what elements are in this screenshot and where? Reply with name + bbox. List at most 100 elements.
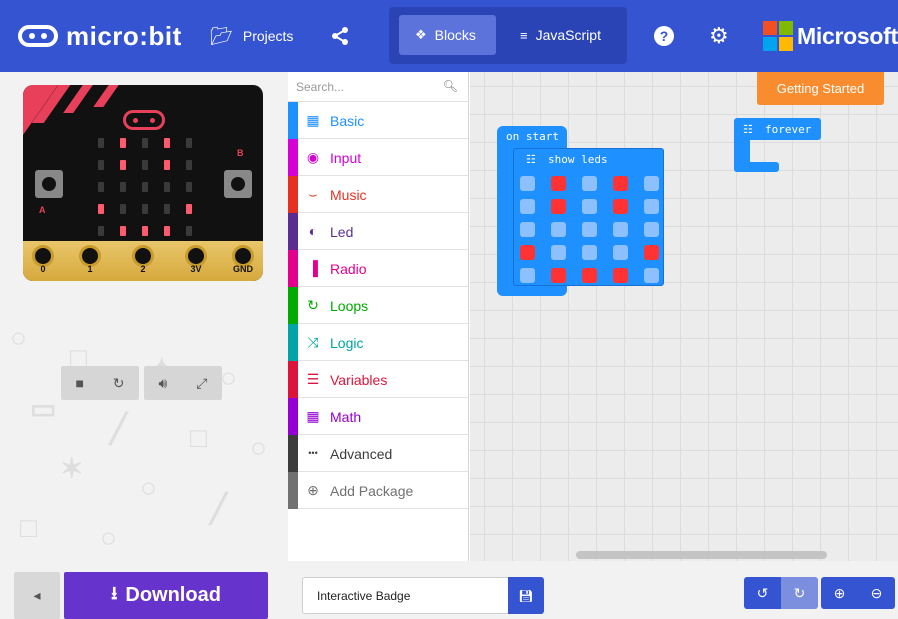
led-cell-off[interactable] bbox=[582, 245, 597, 260]
redo-icon: ↻ bbox=[793, 584, 806, 601]
category-label: Variables bbox=[330, 372, 388, 388]
sim-controls-run: ■ ↻ bbox=[61, 366, 139, 400]
led-cell-off[interactable] bbox=[582, 176, 597, 191]
pin-label: 1 bbox=[87, 264, 93, 274]
led-cell-off[interactable] bbox=[644, 199, 659, 214]
help-icon: ? bbox=[654, 26, 674, 46]
undo-button[interactable]: ↺ bbox=[744, 577, 781, 609]
refresh-icon: ↻ bbox=[307, 297, 319, 313]
editor-toggle: ❖ Blocks ≡ JavaScript bbox=[389, 7, 627, 64]
category-loops[interactable]: ↻ Loops bbox=[288, 287, 468, 324]
settings-button[interactable]: ⚙ bbox=[709, 22, 729, 50]
save-icon: 💾︎ bbox=[518, 588, 534, 603]
bg-pattern: ○ bbox=[100, 522, 117, 553]
led-cell-on[interactable] bbox=[613, 199, 628, 214]
led-off bbox=[142, 182, 148, 192]
tab-javascript[interactable]: ≡ JavaScript bbox=[502, 15, 622, 55]
led-cell-on[interactable] bbox=[551, 176, 566, 191]
fullscreen-icon[interactable]: ⤢ bbox=[196, 375, 207, 392]
show-leds-block[interactable] bbox=[513, 148, 664, 286]
target-icon: ◉ bbox=[306, 149, 320, 165]
board-decoration bbox=[63, 85, 93, 113]
led-cell-off[interactable] bbox=[613, 245, 628, 260]
led-cell-off[interactable] bbox=[520, 199, 535, 214]
bg-pattern: ○ bbox=[220, 362, 237, 393]
button-a[interactable] bbox=[35, 170, 63, 198]
zoom-out-button[interactable]: ⊖ bbox=[858, 577, 895, 609]
category-advanced[interactable]: ••• Advanced bbox=[288, 435, 468, 472]
category-music[interactable]: ⌣ Music bbox=[288, 176, 468, 213]
led-cell-off[interactable] bbox=[582, 222, 597, 237]
share-button[interactable] bbox=[330, 22, 350, 50]
toggle-simulator-button[interactable]: ◂ bbox=[14, 572, 60, 619]
zoom-in-button[interactable]: ⊕ bbox=[821, 577, 858, 609]
share-icon bbox=[332, 27, 348, 45]
category-label: Advanced bbox=[330, 446, 393, 462]
category-basic[interactable]: ▦ Basic bbox=[288, 102, 468, 139]
getting-started-button[interactable]: Getting Started bbox=[757, 72, 884, 105]
button-b-label: B bbox=[237, 148, 244, 158]
undo-icon: ↺ bbox=[756, 584, 769, 601]
category-add-package[interactable]: ⊕ Add Package bbox=[288, 472, 468, 509]
redo-button[interactable]: ↻ bbox=[781, 577, 818, 609]
horizontal-scrollbar[interactable] bbox=[576, 551, 827, 559]
led-cell-off[interactable] bbox=[551, 222, 566, 237]
led-cell-off[interactable] bbox=[520, 222, 535, 237]
led-cell-on[interactable] bbox=[644, 245, 659, 260]
download-icon: ⭳ bbox=[111, 582, 118, 603]
show-leds-label: show leds bbox=[548, 153, 608, 166]
blocks-workspace[interactable]: Getting Started on start ☷ show leds ☷ f… bbox=[470, 72, 898, 561]
led-cell-off[interactable] bbox=[520, 268, 535, 283]
projects-button[interactable]: 📂︎ Projects bbox=[210, 22, 293, 50]
category-label: Loops bbox=[330, 298, 369, 314]
led-cell-off[interactable] bbox=[520, 176, 535, 191]
led-cell-off[interactable] bbox=[644, 176, 659, 191]
microbit-board[interactable]: A B 0 1 2 3V GND bbox=[23, 85, 263, 281]
category-math[interactable]: ▦ Math bbox=[288, 398, 468, 435]
search-icon[interactable]: 🔍︎ bbox=[443, 79, 458, 93]
tab-blocks-label: Blocks bbox=[434, 27, 476, 43]
restart-icon[interactable]: ↻ bbox=[113, 375, 125, 392]
led-cell-on[interactable] bbox=[582, 268, 597, 283]
category-radio[interactable]: ▐ Radio bbox=[288, 250, 468, 287]
download-button[interactable]: ⭳ Download bbox=[64, 572, 268, 619]
led-on bbox=[186, 204, 192, 214]
category-label: Basic bbox=[330, 113, 365, 129]
mute-icon[interactable]: 🔊︎ bbox=[158, 375, 167, 392]
stop-icon[interactable]: ■ bbox=[75, 375, 83, 391]
simulator-panel: ○ □ ✦ ○ ▭ ╱ □ ○ ✶ ○ ╱ □ ○ A B 0 1 2 3V G… bbox=[0, 72, 288, 561]
save-button[interactable]: 💾︎ bbox=[508, 577, 544, 614]
category-color-bar bbox=[288, 435, 298, 472]
tab-blocks[interactable]: ❖ Blocks bbox=[399, 15, 496, 55]
search-input[interactable] bbox=[296, 77, 444, 97]
collapse-icon: ◂ bbox=[33, 587, 41, 603]
category-variables[interactable]: ☰ Variables bbox=[288, 361, 468, 398]
category-led[interactable]: ◐ Led bbox=[288, 213, 468, 250]
microsoft-label: Microsoft bbox=[797, 22, 898, 49]
microsoft-logo[interactable]: Microsoft bbox=[763, 21, 898, 51]
project-name-input[interactable] bbox=[302, 577, 508, 614]
led-cell-off[interactable] bbox=[644, 222, 659, 237]
led-cell-on[interactable] bbox=[551, 199, 566, 214]
led-cell-on[interactable] bbox=[613, 176, 628, 191]
led-cell-off[interactable] bbox=[551, 245, 566, 260]
bg-pattern: □ bbox=[20, 512, 37, 543]
toolbox: 🔍︎ ▦ Basic ◉ Input ⌣ Music ◐ Led ▐ Radio ↻ Loops ⤨ Lo… bbox=[288, 72, 469, 561]
bg-pattern: ╱ bbox=[210, 493, 227, 524]
led-off bbox=[120, 204, 126, 214]
led-cell-off[interactable] bbox=[613, 222, 628, 237]
led-cell-on[interactable] bbox=[613, 268, 628, 283]
led-off bbox=[186, 138, 192, 148]
led-cell-on[interactable] bbox=[551, 268, 566, 283]
led-cell-off[interactable] bbox=[582, 199, 597, 214]
led-off bbox=[98, 160, 104, 170]
microbit-logo[interactable]: micro:bit bbox=[16, 20, 182, 52]
led-cell-on[interactable] bbox=[520, 245, 535, 260]
help-button[interactable]: ? bbox=[654, 22, 674, 50]
led-off bbox=[186, 182, 192, 192]
category-color-bar bbox=[288, 176, 298, 213]
category-input[interactable]: ◉ Input bbox=[288, 139, 468, 176]
button-b[interactable] bbox=[224, 170, 252, 198]
category-logic[interactable]: ⤨ Logic bbox=[288, 324, 468, 361]
led-cell-off[interactable] bbox=[644, 268, 659, 283]
